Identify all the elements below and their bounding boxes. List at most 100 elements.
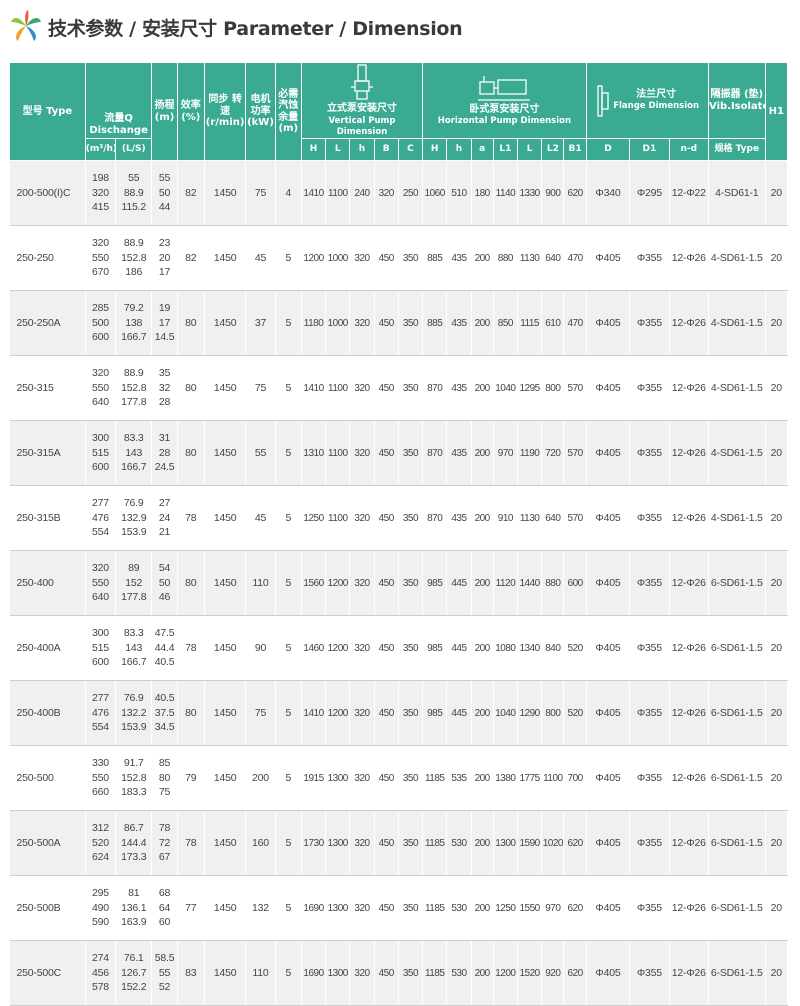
flange-group-header: 法兰尺寸 Flange Dimension <box>585 61 710 140</box>
horizontal-a-cell: 200 <box>471 225 494 292</box>
horizontal-l-cell: 1520 <box>517 940 543 1006</box>
vertical-sub-h-small: h <box>349 138 375 162</box>
flow-ls-cell-value: 152.8 <box>121 251 147 264</box>
flow-ls-cell-value: 126.7 <box>121 966 147 979</box>
flange-nd-cell: 12-Φ26 <box>669 940 710 1006</box>
vertical-h-cell: 1250 <box>301 485 327 552</box>
efficiency-cell: 80 <box>177 550 205 617</box>
flow-m3h-cell: 300 515 600 <box>85 420 117 487</box>
flow-ls-cell: 89 152 177.8 <box>115 550 153 617</box>
head-cell-value: 28 <box>158 446 171 459</box>
flow-ls-cell-value: 55 <box>128 172 140 185</box>
horizontal-h-small-cell: 445 <box>446 550 472 617</box>
vertical-l-cell: 1300 <box>325 875 351 942</box>
flange-d1-cell: Φ355 <box>629 745 670 812</box>
parameter-table: 型号 Type 流量Q Dischange 扬程 (m) 效率 (%) 同步 转… <box>9 61 789 1006</box>
vertical-b-cell: 450 <box>374 745 399 812</box>
flow-m3h-cell: 320 550 670 <box>85 225 117 292</box>
flange-d-cell: Φ405 <box>586 225 631 292</box>
flow-ls-cell-value: 152.2 <box>121 981 147 994</box>
flow-m3h-cell-value: 320 <box>91 367 109 380</box>
flange-d-cell: Φ405 <box>586 550 631 617</box>
vertical-c-cell: 350 <box>398 485 424 552</box>
horizontal-l-cell: 1290 <box>517 680 543 747</box>
efficiency-cell: 78 <box>177 810 205 877</box>
table-row: 250-400B 277 476 554 76.9 132.2 153.9 40.5 37.5 3… <box>9 680 789 747</box>
horizontal-b1-cell: 600 <box>563 550 587 617</box>
npsh-cell: 5 <box>275 940 302 1006</box>
flow-m3h-cell-value: 600 <box>91 656 109 669</box>
power-cell: 132 <box>245 875 276 942</box>
npsh-cell: 5 <box>275 225 302 292</box>
horizontal-h-cell: 1060 <box>422 160 448 227</box>
efficiency-cell: 80 <box>177 355 205 422</box>
h1-cell: 20 <box>765 680 789 747</box>
h1-cell: 20 <box>765 485 789 552</box>
horizontal-a-cell: 200 <box>471 355 494 422</box>
head-cell-value: 17 <box>158 316 171 329</box>
vertical-h-cell: 1690 <box>301 940 327 1006</box>
horizontal-h-cell: 870 <box>422 485 448 552</box>
power-cell: 90 <box>245 615 276 682</box>
vertical-c-cell: 350 <box>398 940 424 1006</box>
power-cell: 200 <box>245 745 276 812</box>
flow-ls-cell-value: 166.7 <box>121 461 147 474</box>
head-cell: 35 32 28 <box>151 355 178 422</box>
vertical-l-cell: 1100 <box>325 160 351 227</box>
h1-cell: 20 <box>765 940 789 1006</box>
flow-ls-cell-value: 177.8 <box>121 591 147 604</box>
speed-cell: 1450 <box>204 355 247 422</box>
head-cell: 85 80 75 <box>151 745 178 812</box>
flow-ls-cell-value: 166.7 <box>121 656 147 669</box>
horizontal-h-cell: 885 <box>422 290 448 357</box>
flow-m3h-cell-value: 550 <box>91 381 109 394</box>
horizontal-a-cell: 180 <box>471 160 494 227</box>
flange-d-cell: Φ405 <box>586 875 631 942</box>
head-cell-value: 31 <box>158 432 171 445</box>
speed-cell: 1450 <box>204 225 247 292</box>
horizontal-a-cell: 200 <box>471 680 494 747</box>
flange-group-label-en: Flange Dimension <box>613 101 700 112</box>
flow-ls-cell-value: 143 <box>125 641 143 654</box>
flange-d-cell: Φ340 <box>586 160 631 227</box>
horizontal-b1-cell: 700 <box>563 745 587 812</box>
horizontal-l1-cell: 1300 <box>493 810 519 877</box>
table-row: 250-400A 300 515 600 83.3 143 166.7 47.5 44.4 40.… <box>9 615 789 682</box>
flow-ls-cell: 79.2 138 166.7 <box>115 290 153 357</box>
head-cell-value: 19 <box>158 302 171 315</box>
efficiency-cell: 83 <box>177 940 205 1006</box>
horizontal-h-small-cell: 530 <box>446 810 472 877</box>
flange-d1-cell: Φ355 <box>629 940 670 1006</box>
efficiency-cell: 78 <box>177 615 205 682</box>
npsh-cell: 5 <box>275 290 302 357</box>
power-cell: 37 <box>245 290 276 357</box>
vertical-b-cell: 450 <box>374 810 399 877</box>
horizontal-b1-cell: 570 <box>563 420 587 487</box>
flange-d1-cell: Φ355 <box>629 680 670 747</box>
power-cell: 45 <box>245 225 276 292</box>
horizontal-sub-a: a <box>470 138 494 162</box>
flow-m3h-cell-value: 515 <box>91 641 109 654</box>
model-cell: 250-250 <box>9 225 86 292</box>
horizontal-h-small-cell: 435 <box>446 420 472 487</box>
isolator-type-cell: 4-SD61-1.5 <box>708 290 766 357</box>
vertical-l-cell: 1100 <box>325 355 351 422</box>
horizontal-l1-cell: 970 <box>493 420 519 487</box>
vertical-h-small-cell: 240 <box>349 160 375 227</box>
h1-cell: 20 <box>765 875 789 942</box>
flange-sub-nd: n-d <box>668 138 710 162</box>
head-cell-value: 32 <box>158 381 171 394</box>
h1-cell: 20 <box>765 745 789 812</box>
horizontal-l-cell: 1330 <box>517 160 543 227</box>
vertical-sub-h: H <box>300 138 327 162</box>
table-row: 250-250 320 550 670 88.9 152.8 186 23 20 17 82 1450… <box>9 225 789 292</box>
vertical-l-cell: 1300 <box>325 810 351 877</box>
horizontal-h-cell: 1185 <box>422 875 448 942</box>
flow-m3h-cell-value: 277 <box>91 692 109 705</box>
head-cell: 54 50 46 <box>151 550 178 617</box>
power-cell: 110 <box>245 940 276 1006</box>
horizontal-l-cell: 1340 <box>517 615 543 682</box>
flow-m3h-cell-value: 554 <box>91 526 109 539</box>
flange-d1-cell: Φ355 <box>629 420 670 487</box>
green-leaf-logo-icon <box>11 10 41 41</box>
